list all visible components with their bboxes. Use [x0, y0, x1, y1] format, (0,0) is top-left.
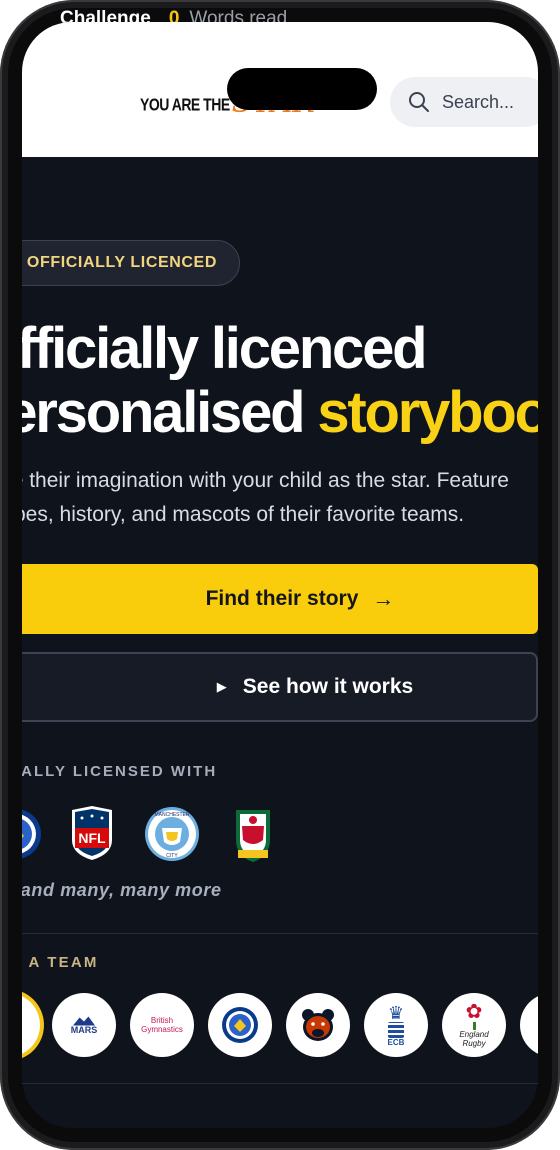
bears-team-icon [302, 1009, 334, 1041]
team-selected[interactable] [22, 993, 40, 1057]
svg-text:CITY: CITY [166, 853, 178, 859]
licensed-with-label: OFFICIALLY LICENSED WITH [22, 763, 218, 780]
team-chicago-bears[interactable] [286, 993, 350, 1057]
chelsea-logo-icon [22, 809, 41, 859]
logo-text: YOU ARE THE [140, 94, 230, 114]
nfl-logo-icon: NFL [72, 806, 112, 860]
phone-frame: Challenge0Words read YOU ARE THE STAR ✶ … [0, 0, 560, 1150]
screen: YOU ARE THE STAR ✶ Search... OFFICIALLY … [22, 22, 538, 1128]
section-divider-bottom [22, 1083, 538, 1084]
chelsea-team-icon [222, 1007, 258, 1043]
section-divider [22, 933, 538, 934]
team-british-gymnastics[interactable]: British Gymnastics [130, 993, 194, 1057]
search-placeholder: Search... [442, 91, 515, 112]
hero-subtitle-line2: stripes, history, and mascots of their f… [22, 503, 465, 526]
british-gymnastics-logo-icon: British Gymnastics [141, 1016, 183, 1034]
wrexham-logo-icon [236, 810, 270, 862]
see-how-label: See how it works [242, 675, 414, 698]
team-chelsea[interactable] [208, 993, 272, 1057]
play-icon: ▶ [216, 679, 227, 694]
mars-caption: MARS [70, 1024, 98, 1035]
hero-title-line2: personalised storybooks [22, 382, 538, 444]
ecb-logo-icon: ♛ ECB [387, 1002, 405, 1047]
many-more-text: ...and many, many more [22, 880, 222, 900]
ecb-caption: ECB [387, 1037, 405, 1047]
hero-title-highlight: storybooks [317, 380, 538, 445]
find-story-label: Find their story [205, 587, 359, 610]
team-carousel[interactable]: MARS British Gymnastics ♛ ECB ✿ England … [22, 993, 538, 1059]
search-icon [409, 92, 429, 112]
svg-text:MANCHESTER: MANCHESTER [154, 812, 189, 818]
team-partial[interactable] [520, 993, 538, 1057]
mars-logo-icon: MARS [70, 1016, 98, 1035]
hero-title-plain: personalised [22, 380, 306, 445]
pick-a-team-label: PICK A TEAM [22, 954, 99, 971]
partner-logos: NFL MANCHESTER CITY [22, 806, 302, 866]
team-mars[interactable]: MARS [52, 993, 116, 1057]
find-story-button[interactable]: Find their story → [22, 564, 538, 634]
licenced-badge: OFFICIALLY LICENCED [22, 240, 240, 286]
england-rugby-caption: England Rugby [459, 1030, 489, 1048]
dynamic-island [227, 68, 377, 110]
svg-text:NFL: NFL [78, 830, 106, 846]
england-rugby-logo-icon: ✿ England Rugby [454, 1002, 494, 1048]
team-england-rugby[interactable]: ✿ England Rugby [442, 993, 506, 1057]
hero-title-line1: Officially licenced [22, 316, 428, 381]
arrow-right-icon: → [372, 586, 395, 611]
see-how-it-works-button[interactable]: ▶ See how it works [22, 652, 538, 722]
manchester-city-logo-icon: MANCHESTER CITY [145, 807, 199, 861]
hero-subtitle-line1: Ignite their imagination with your child… [22, 469, 509, 492]
team-ecb[interactable]: ♛ ECB [364, 993, 428, 1057]
search-box[interactable]: Search... [390, 77, 538, 127]
